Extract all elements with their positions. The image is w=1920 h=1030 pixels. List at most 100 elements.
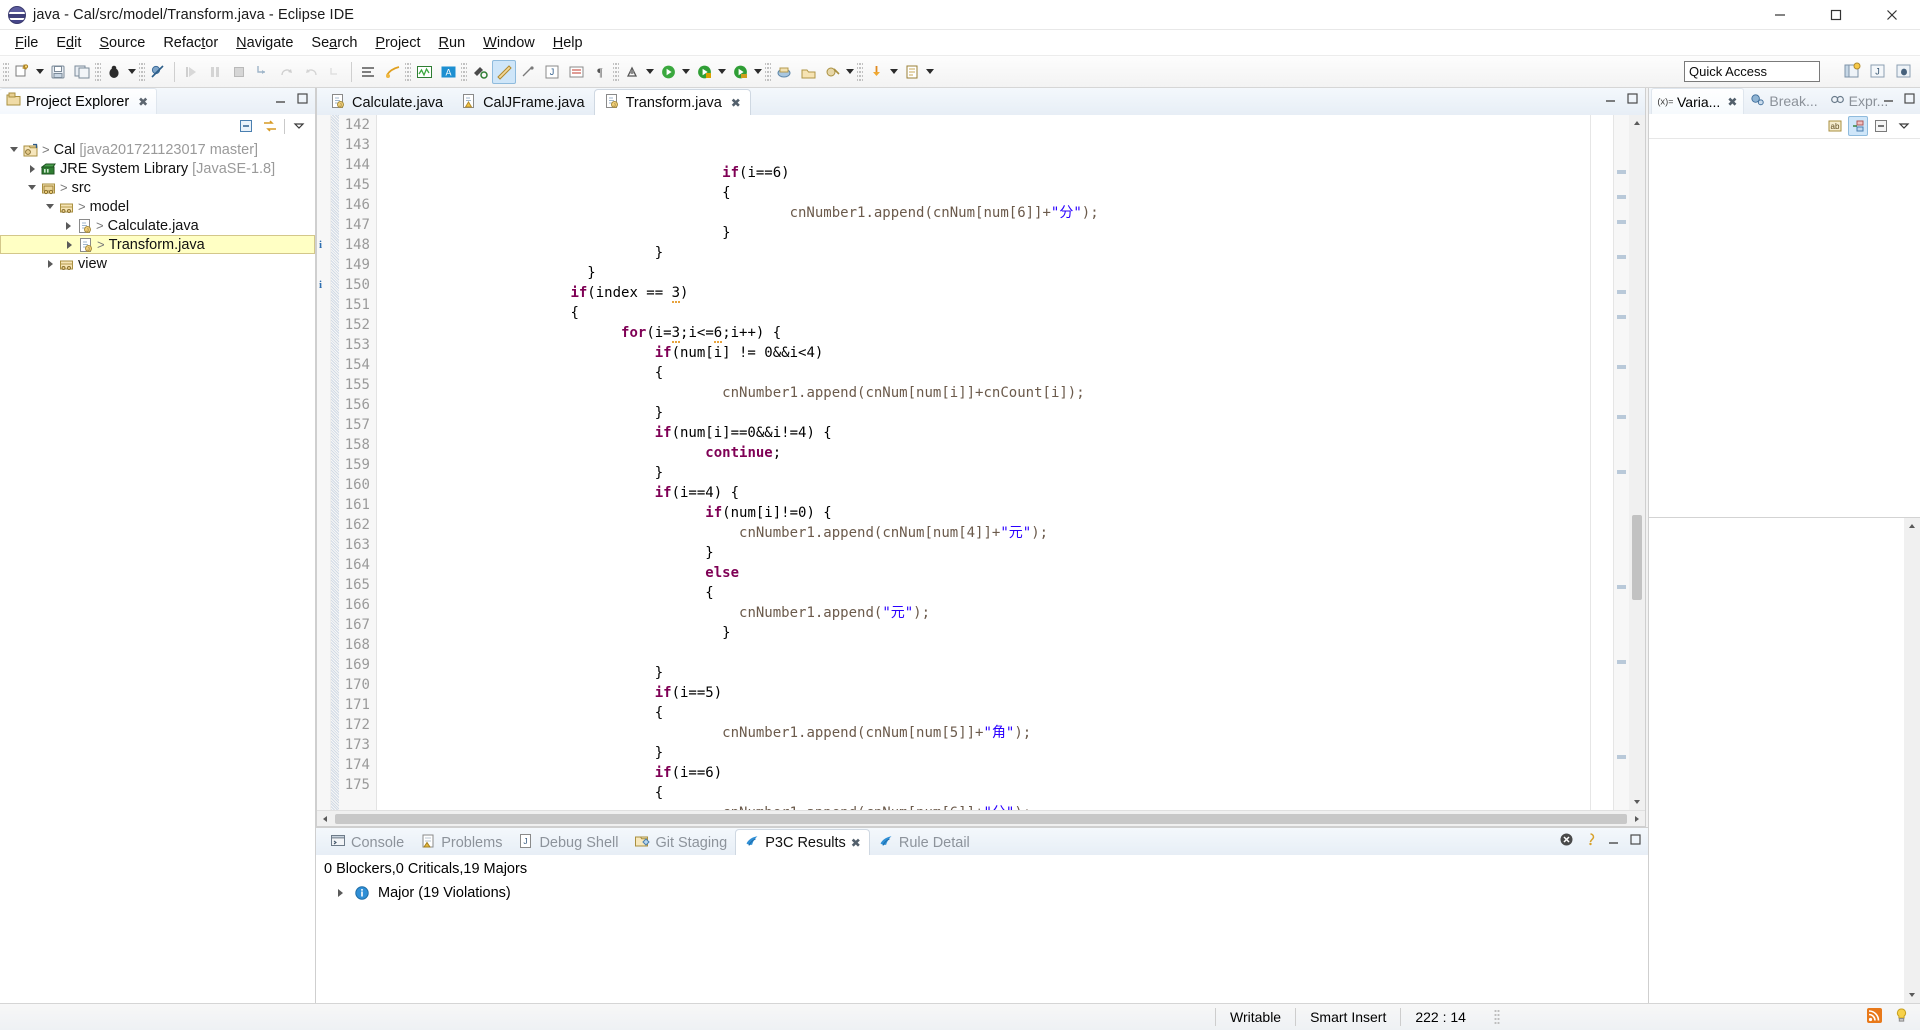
overview-marker[interactable] <box>1617 290 1626 294</box>
tree-item-transform-java[interactable]: J > Transform.java <box>0 235 315 254</box>
code-line[interactable]: if(i==6) <box>377 163 1613 183</box>
tree-item-calculate-java[interactable]: J > Calculate.java <box>0 216 315 235</box>
code-line[interactable]: } <box>377 663 1613 683</box>
close-icon[interactable]: ✖ <box>851 836 861 850</box>
scrollbar-thumb[interactable] <box>1632 515 1642 600</box>
debug-tab-break[interactable]: Break... <box>1744 88 1823 114</box>
new-package-icon[interactable] <box>796 60 820 84</box>
code-line[interactable]: cnNumber1.append(cnNum[num[i]]+cnCount[i… <box>377 383 1613 403</box>
bottom-tab-git-staging[interactable]: Git Staging <box>626 830 735 855</box>
code-line[interactable]: { <box>377 303 1613 323</box>
tip-of-day-icon[interactable] <box>1893 1007 1910 1027</box>
code-line[interactable] <box>377 643 1613 663</box>
info-marker-icon[interactable]: i <box>319 239 329 251</box>
code-line[interactable]: cnNumber1.append("元"); <box>377 603 1613 623</box>
toolbar-drag-handle[interactable] <box>3 61 9 82</box>
scroll-up-icon[interactable] <box>1904 518 1920 534</box>
source-code[interactable]: if(i==6) { cnNumber1.append(cnNum[num[6]… <box>377 115 1613 810</box>
coverage-icon[interactable] <box>620 60 644 84</box>
variable-detail-pane[interactable] <box>1649 518 1920 1003</box>
overview-marker[interactable] <box>1617 255 1626 259</box>
overview-marker[interactable] <box>1617 195 1626 199</box>
perspective-java-icon[interactable]: J <box>1866 59 1890 83</box>
code-line[interactable]: } <box>377 743 1613 763</box>
run-last-dropdown[interactable] <box>752 60 764 84</box>
step-over-icon[interactable] <box>275 60 299 84</box>
close-icon[interactable]: ✖ <box>1727 95 1737 109</box>
view-menu-icon[interactable] <box>1583 832 1598 850</box>
editor-horizontal-scrollbar[interactable] <box>317 810 1645 826</box>
next-annotation-icon[interactable] <box>356 60 380 84</box>
close-button[interactable] <box>1864 0 1920 30</box>
editor-vertical-scrollbar[interactable] <box>1629 115 1645 810</box>
collapse-all-icon[interactable] <box>1871 116 1891 136</box>
tree-item-cal[interactable]: > Cal [java201721123017 master] <box>0 140 315 159</box>
code-line[interactable]: } <box>377 463 1613 483</box>
show-type-names-icon[interactable]: ab <box>1825 116 1845 136</box>
info-marker-icon[interactable]: i <box>319 279 329 291</box>
chevron-right-icon[interactable] <box>60 221 76 230</box>
code-line[interactable]: if(index == 3) <box>377 283 1613 303</box>
drop-to-frame-icon[interactable] <box>323 60 347 84</box>
annotation-dropdown[interactable] <box>924 60 936 84</box>
run-dropdown[interactable] <box>680 60 692 84</box>
violation-row[interactable]: Major (19 Violations) <box>320 882 1648 904</box>
code-line[interactable]: cnNumber1.append(cnNum[num[5]]+"角"); <box>377 723 1613 743</box>
skip-breakpoints-icon[interactable] <box>146 60 170 84</box>
menu-file[interactable]: File <box>6 32 47 54</box>
quick-access-input[interactable] <box>1684 61 1820 82</box>
status-drag-handle[interactable] <box>1493 1009 1500 1025</box>
download-dropdown[interactable] <box>888 60 900 84</box>
download-icon[interactable] <box>864 60 888 84</box>
new-class-dropdown[interactable] <box>844 60 856 84</box>
overview-marker[interactable] <box>1617 470 1626 474</box>
code-line[interactable]: cnNumber1.append(cnNum[num[6]]+"分"); <box>377 203 1613 223</box>
menu-help[interactable]: Help <box>544 32 592 54</box>
variables-table[interactable] <box>1649 138 1920 517</box>
open-type-icon[interactable]: J <box>540 60 564 84</box>
chevron-down-icon[interactable] <box>6 147 22 152</box>
debug-icon[interactable] <box>102 60 126 84</box>
code-line[interactable]: } <box>377 263 1613 283</box>
save-all-icon[interactable] <box>70 60 94 84</box>
chevron-right-icon[interactable] <box>24 164 40 173</box>
code-line[interactable]: } <box>377 403 1613 423</box>
maximize-view-icon[interactable] <box>296 92 309 108</box>
code-line[interactable]: continue; <box>377 443 1613 463</box>
bottom-tab-console[interactable]: Console <box>322 830 412 855</box>
minimize-view-icon[interactable] <box>1882 92 1895 108</box>
menu-window[interactable]: Window <box>474 32 544 54</box>
bottom-tab-problems[interactable]: Problems <box>412 830 510 855</box>
editor-tab-transform-java[interactable]: J Transform.java ✖ <box>593 89 751 115</box>
show-logical-structure-icon[interactable] <box>1848 116 1868 136</box>
code-line[interactable]: { <box>377 583 1613 603</box>
scroll-right-icon[interactable] <box>1629 814 1645 824</box>
activate-task-icon[interactable]: A <box>436 60 460 84</box>
overview-marker[interactable] <box>1617 315 1626 319</box>
menu-refactor[interactable]: Refactor <box>154 32 227 54</box>
p3c-violation-list[interactable]: Major (19 Violations) <box>320 882 1648 904</box>
tree-item-src[interactable]: > src <box>0 178 315 197</box>
chevron-right-icon[interactable] <box>332 889 348 897</box>
minimize-view-icon[interactable] <box>1607 833 1620 849</box>
overview-marker[interactable] <box>1617 220 1626 224</box>
annotation-icon[interactable] <box>900 60 924 84</box>
code-line[interactable]: if(i==6) <box>377 763 1613 783</box>
link-with-editor-icon[interactable] <box>260 116 280 136</box>
bottom-tab-p3c-results[interactable]: P3C Results ✖ <box>735 829 870 855</box>
code-line[interactable]: cnNumber1.append(cnNum[num[4]]+"元"); <box>377 523 1613 543</box>
chevron-down-icon[interactable] <box>42 204 58 209</box>
code-line[interactable]: { <box>377 183 1613 203</box>
coverage-dropdown[interactable] <box>644 60 656 84</box>
code-line[interactable]: } <box>377 543 1613 563</box>
overview-ruler[interactable] <box>1613 115 1629 854</box>
new-class-icon[interactable] <box>820 60 844 84</box>
search-ref-icon[interactable] <box>516 60 540 84</box>
open-task-icon[interactable] <box>412 60 436 84</box>
code-line[interactable]: { <box>377 703 1613 723</box>
code-line[interactable]: if(i==4) { <box>377 483 1613 503</box>
menu-project[interactable]: Project <box>366 32 429 54</box>
overview-marker[interactable] <box>1617 365 1626 369</box>
code-line[interactable]: cnNumber1.append(cnNum[num[6]]+"分"); <box>377 803 1613 810</box>
chevron-right-icon[interactable] <box>61 240 77 249</box>
